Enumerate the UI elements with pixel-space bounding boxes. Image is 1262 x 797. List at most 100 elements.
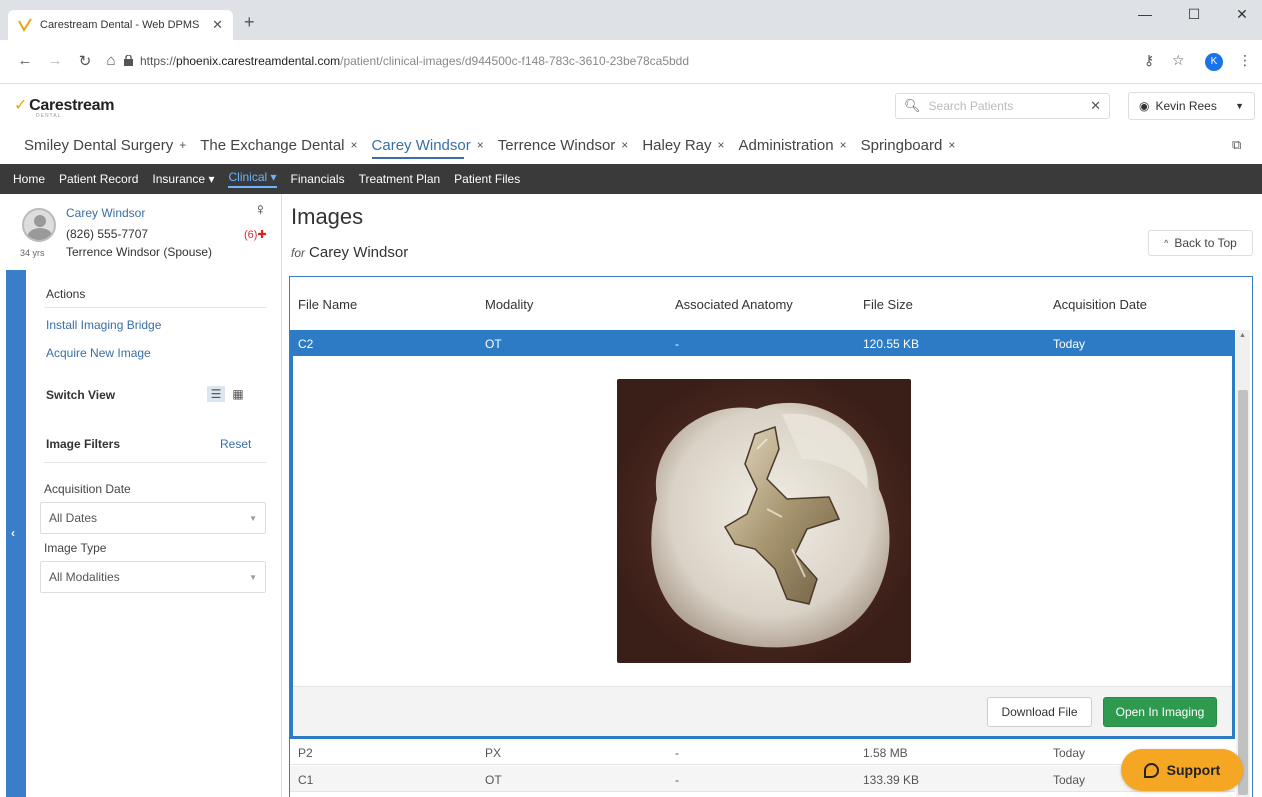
header-file-size[interactable]: File Size [863, 297, 913, 312]
table-row[interactable]: C1 OT - 133.39 KB Today [290, 766, 1235, 792]
divider [44, 462, 266, 463]
user-icon: ◉ [1139, 99, 1150, 113]
home-icon[interactable]: ⌂ [100, 52, 122, 69]
browser-tab-title: Carestream Dental - Web DPMS [40, 19, 200, 31]
switch-view-label: Switch View [46, 388, 116, 402]
tab-label: Terrence Windsor [497, 136, 616, 154]
close-icon[interactable]: × [351, 138, 358, 152]
sidebar: Actions Install Imaging Bridge Acquire N… [26, 270, 282, 797]
address-bar: ← → ↻ ⌂ https://phoenix.carestreamdental… [0, 40, 1262, 84]
nav-patient-files[interactable]: Patient Files [454, 172, 520, 186]
cell-modality: PX [485, 746, 502, 760]
scrollbar-thumb[interactable] [1238, 390, 1248, 795]
forward-icon[interactable]: → [44, 52, 66, 69]
carestream-logo[interactable]: ✓ Carestream DENTAL [14, 95, 115, 119]
table-row-selected[interactable]: C2 OT - 120.55 KB Today [290, 330, 1235, 356]
minimize-icon[interactable]: — [1125, 6, 1165, 22]
cell-file-size: 120.55 KB [863, 337, 920, 351]
windows-icon[interactable]: ⧉ [1232, 137, 1241, 153]
window-close-icon[interactable]: ✕ [1222, 6, 1262, 23]
nav-clinical[interactable]: Clinical ▾ [228, 170, 277, 188]
nav-patient-record[interactable]: Patient Record [59, 172, 138, 186]
close-icon[interactable]: × [621, 138, 628, 152]
key-icon[interactable]: ⚷ [1144, 52, 1154, 69]
view-toggle: ☰ ▦ [207, 386, 247, 402]
search-icon: 🔍︎ [904, 98, 921, 113]
table-row[interactable]: P2 PX - 1.58 MB Today [290, 739, 1235, 765]
tab-haley-ray[interactable]: Haley Ray × [642, 127, 724, 163]
logo-text: Carestream [29, 97, 115, 114]
intraoral-image[interactable] [617, 379, 911, 663]
close-icon[interactable]: × [477, 138, 484, 152]
nav-home[interactable]: Home [13, 172, 45, 186]
maximize-icon[interactable]: ☐ [1174, 6, 1214, 23]
download-file-button[interactable]: Download File [987, 697, 1092, 727]
tab-springboard[interactable]: Springboard × [861, 127, 956, 163]
profile-avatar[interactable]: K [1205, 53, 1223, 71]
search-input[interactable] [928, 99, 1091, 113]
star-icon[interactable]: ☆ [1172, 52, 1185, 69]
medical-alerts[interactable]: (6)✚ [244, 228, 267, 241]
actions-heading: Actions [46, 287, 86, 301]
avatar-head [34, 215, 46, 227]
image-type-select[interactable]: All Modalities ▼ [40, 561, 266, 593]
nav-treatment-plan[interactable]: Treatment Plan [359, 172, 441, 186]
acquire-new-image-link[interactable]: Acquire New Image [46, 346, 151, 360]
tab-smiley-dental-surgery[interactable]: Smiley Dental Surgery + [24, 127, 186, 163]
nav-insurance-label: Insurance [152, 172, 206, 186]
tab-terrence-windsor[interactable]: Terrence Windsor × [498, 127, 629, 163]
alerts-count: (6) [244, 229, 258, 241]
install-imaging-bridge-link[interactable]: Install Imaging Bridge [46, 318, 161, 332]
cell-acquisition-date: Today [1053, 773, 1086, 787]
open-in-imaging-button[interactable]: Open In Imaging [1103, 697, 1217, 727]
cell-file-size: 1.58 MB [863, 746, 908, 760]
tab-label: Smiley Dental Surgery [24, 136, 174, 154]
close-tab-icon[interactable]: ✕ [212, 17, 223, 33]
back-to-top-button[interactable]: ^ Back to Top [1148, 230, 1253, 256]
close-icon[interactable]: × [718, 138, 725, 152]
patient-search: 🔍︎ ✕ [895, 93, 1110, 119]
patient-name-link[interactable]: Carey Windsor [66, 206, 145, 220]
clear-search-icon[interactable]: ✕ [1090, 98, 1101, 114]
new-tab-icon[interactable]: + [244, 12, 255, 33]
tab-label: Haley Ray [642, 136, 712, 154]
close-icon[interactable]: × [948, 138, 955, 152]
nav-financials[interactable]: Financials [291, 172, 345, 186]
medical-alert-icon: ✚ [257, 229, 267, 241]
logo-check-icon: ✓ [14, 97, 28, 114]
back-icon[interactable]: ← [14, 52, 36, 69]
header-modality[interactable]: Modality [485, 297, 533, 312]
tab-administration[interactable]: Administration × [739, 127, 847, 163]
cell-modality: OT [485, 337, 502, 351]
back-to-top-label: Back to Top [1174, 236, 1237, 250]
add-icon[interactable]: + [179, 138, 186, 152]
reset-filters-link[interactable]: Reset [220, 437, 251, 451]
tab-label: Carey Windsor [371, 136, 471, 154]
cell-acquisition-date: Today [1053, 746, 1086, 760]
app-header: ✓Carestream DENTAL 🔍︎ ✕ ◉ Kevin Rees ▼ [0, 85, 1262, 127]
tab-carey-windsor[interactable]: Carey Windsor × [371, 127, 484, 163]
sidebar-toggle[interactable]: ‹ [6, 270, 26, 797]
close-icon[interactable]: × [840, 138, 847, 152]
chevron-down-icon: ▾ [270, 170, 277, 184]
list-view-icon[interactable]: ☰ [207, 386, 225, 402]
url-field[interactable]: https://phoenix.carestreamdental.com/pat… [140, 54, 689, 68]
more-menu-icon[interactable]: ⋮ [1238, 52, 1252, 69]
cell-file-name: C2 [298, 337, 314, 351]
lock-icon [124, 55, 133, 66]
browser-tab[interactable]: Carestream Dental - Web DPMS ✕ [8, 10, 233, 40]
grid-view-icon[interactable]: ▦ [229, 386, 247, 402]
header-file-name[interactable]: File Name [298, 297, 357, 312]
reload-icon[interactable]: ↻ [74, 52, 96, 70]
scroll-up-icon[interactable]: ▲ [1239, 332, 1246, 339]
tab-the-exchange-dental[interactable]: The Exchange Dental × [200, 127, 357, 163]
acquisition-date-select[interactable]: All Dates ▼ [40, 502, 266, 534]
patient-card: 34 yrs Carey Windsor (826) 555-7707 Terr… [0, 194, 282, 270]
support-button[interactable]: Support [1121, 749, 1243, 791]
chevron-left-icon: ‹ [11, 526, 15, 540]
user-menu-button[interactable]: ◉ Kevin Rees ▼ [1128, 92, 1255, 120]
header-acquisition-date[interactable]: Acquisition Date [1053, 297, 1147, 312]
header-associated-anatomy[interactable]: Associated Anatomy [675, 297, 793, 312]
nav-insurance[interactable]: Insurance ▾ [152, 172, 214, 186]
table-scrollbar[interactable]: ▲ [1236, 330, 1250, 797]
